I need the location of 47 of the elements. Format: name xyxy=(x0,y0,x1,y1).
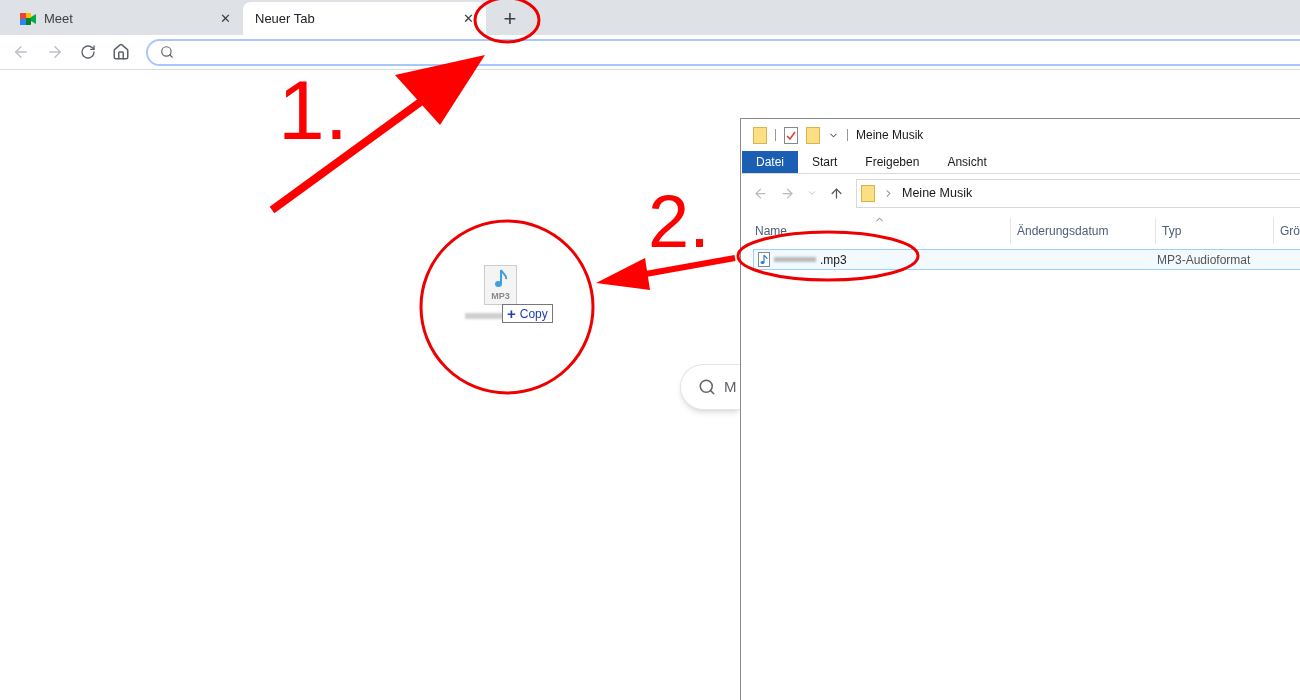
folder-icon xyxy=(861,184,875,202)
plus-sign: + xyxy=(507,306,516,321)
ribbon-tab[interactable]: Datei xyxy=(742,151,798,173)
recent-icon[interactable] xyxy=(807,188,817,198)
column-header[interactable]: Typ xyxy=(1155,218,1273,244)
tab-title: Meet xyxy=(44,9,74,28)
reload-icon[interactable] xyxy=(80,44,96,60)
file-type-label: MP3 xyxy=(491,289,510,303)
browser-tab[interactable]: Neuer Tab ✕ xyxy=(243,2,486,35)
folder-icon xyxy=(753,126,767,144)
music-note-icon xyxy=(493,268,508,289)
close-icon[interactable]: ✕ xyxy=(463,8,474,29)
step-number: 1. xyxy=(278,68,349,152)
forward-icon[interactable] xyxy=(780,185,795,201)
back-icon[interactable] xyxy=(12,43,30,61)
back-icon[interactable] xyxy=(753,185,768,201)
video-camera-icon xyxy=(20,11,36,26)
column-header[interactable]: Änderungsdatum xyxy=(1010,218,1155,244)
search-icon xyxy=(160,45,174,59)
redaction-mark xyxy=(465,313,505,319)
tooltip-label: Copy xyxy=(519,305,548,323)
file-type: MP3-Audioformat xyxy=(1157,251,1251,269)
up-icon[interactable] xyxy=(829,185,844,201)
search-field[interactable]: M xyxy=(680,364,740,410)
address-bar[interactable] xyxy=(146,38,1300,66)
search-placeholder: M xyxy=(724,376,737,397)
address-bar[interactable]: Meine Musik xyxy=(856,178,1300,208)
new-tab-button[interactable]: + xyxy=(490,2,530,35)
ribbon-tab[interactable]: Freigeben xyxy=(851,151,934,173)
ribbon-tab[interactable]: Start xyxy=(798,151,852,173)
file-name: .mp3 xyxy=(820,251,847,269)
home-icon[interactable] xyxy=(112,43,130,61)
close-icon[interactable]: ✕ xyxy=(220,8,231,29)
file-row[interactable]: .mp3 MP3-Audioformat xyxy=(753,249,1300,270)
forward-icon[interactable] xyxy=(46,43,64,61)
audio-file-icon xyxy=(758,252,770,267)
checklist-icon[interactable] xyxy=(784,126,798,144)
tab-title: Neuer Tab xyxy=(255,9,316,28)
ribbon-tab[interactable]: Ansicht xyxy=(933,151,1001,173)
redaction-mark xyxy=(774,257,816,262)
path-text: Meine Musik xyxy=(902,184,973,202)
step-number: 2. xyxy=(648,185,710,259)
search-icon xyxy=(698,378,716,396)
window-title: Meine Musik xyxy=(856,127,924,144)
column-header[interactable]: Grö xyxy=(1273,218,1300,244)
column-header[interactable]: Name xyxy=(755,218,1010,244)
folder-icon xyxy=(806,126,820,144)
